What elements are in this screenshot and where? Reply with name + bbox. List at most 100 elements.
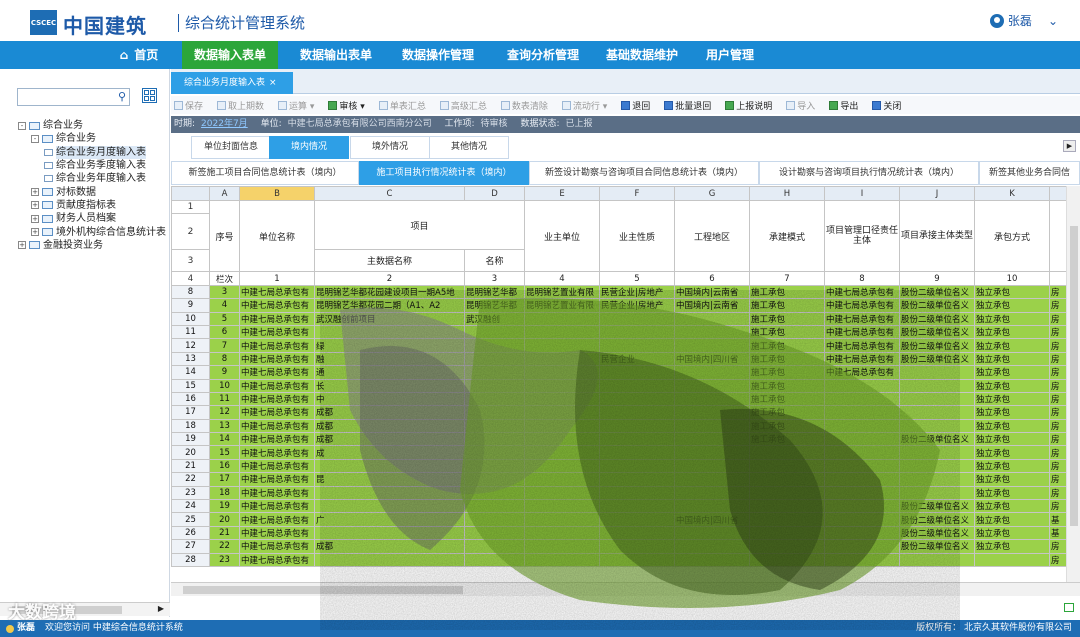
- cell-seq[interactable]: 6: [209, 324, 240, 340]
- cell-mode[interactable]: 施工承包: [749, 432, 825, 447]
- cell-owner[interactable]: [524, 445, 600, 460]
- cell-region[interactable]: [674, 539, 750, 554]
- cell-region[interactable]: 中国境内|四川省: [674, 351, 750, 367]
- cell-cont[interactable]: [974, 552, 1050, 567]
- column-header[interactable]: A: [209, 186, 240, 201]
- cell-seq[interactable]: 18: [209, 485, 240, 501]
- toolbar-button-13[interactable]: 关闭: [872, 99, 901, 112]
- cell-otype[interactable]: [599, 552, 675, 567]
- cell-name[interactable]: 武汉融创: [464, 311, 525, 326]
- cell-otype[interactable]: [599, 445, 675, 460]
- cell-mode[interactable]: [749, 525, 825, 541]
- cell-otype[interactable]: [599, 418, 675, 434]
- tree-node[interactable]: 综合业务季度输入表: [18, 159, 166, 172]
- report-tab-0[interactable]: 新签施工项目合同信息统计表（境内）: [171, 161, 359, 185]
- cell-unit[interactable]: 中建七局总承包有: [239, 365, 315, 380]
- cell-subj[interactable]: 股份二级单位名义: [899, 298, 975, 313]
- nav-item-4[interactable]: 查询分析管理: [489, 41, 597, 69]
- cell-seq[interactable]: 23: [209, 552, 240, 567]
- cell-seq[interactable]: 14: [209, 432, 240, 447]
- search-icon[interactable]: ⚲: [118, 90, 126, 103]
- cell-cont[interactable]: 独立承包: [974, 418, 1050, 434]
- cell-otype[interactable]: [599, 391, 675, 407]
- cell-otype[interactable]: [599, 405, 675, 420]
- cell-seq[interactable]: 17: [209, 472, 240, 487]
- cell-subj[interactable]: [899, 418, 975, 434]
- cell-mode[interactable]: 施工承包: [749, 418, 825, 434]
- cell-cont[interactable]: 独立承包: [974, 539, 1050, 554]
- column-header[interactable]: D: [464, 186, 525, 201]
- nav-item-1[interactable]: 数据输入表单: [182, 41, 278, 69]
- toolbar-button-5[interactable]: 高级汇总: [439, 99, 487, 112]
- close-icon[interactable]: ×: [269, 78, 277, 88]
- cell-unit[interactable]: 中建七局总承包有: [239, 391, 315, 407]
- toolbar-button-6[interactable]: 数表清除: [500, 99, 548, 112]
- cell-mgr[interactable]: 中建七局总承包有: [824, 365, 900, 380]
- cell-seq[interactable]: 5: [209, 311, 240, 326]
- cell-cont[interactable]: 独立承包: [974, 391, 1050, 407]
- cell-mode[interactable]: [749, 485, 825, 501]
- cell-owner[interactable]: [524, 365, 600, 380]
- cell-region[interactable]: 中国境内|云南省: [674, 284, 750, 300]
- cell-owner[interactable]: [524, 499, 600, 514]
- cell-unit[interactable]: 中建七局总承包有: [239, 525, 315, 541]
- column-header[interactable]: E: [524, 186, 600, 201]
- cell-subj[interactable]: 股份二级单位名义: [899, 512, 975, 527]
- sheet-hscrollbar[interactable]: [171, 582, 1080, 596]
- cell-unit[interactable]: 中建七局总承包有: [239, 405, 315, 420]
- cell-main[interactable]: 昆明锦艺华都花园建设项目一期A5地: [314, 284, 465, 300]
- cell-mgr[interactable]: 中建七局总承包有: [824, 338, 900, 353]
- cell-mode[interactable]: 施工承包: [749, 284, 825, 300]
- cell-mode[interactable]: [749, 445, 825, 460]
- cell-name[interactable]: 昆明锦艺华都: [464, 284, 525, 300]
- cell-main[interactable]: 昆: [314, 472, 465, 487]
- cell-name[interactable]: 昆明锦艺华都: [464, 298, 525, 313]
- cell-mgr[interactable]: [824, 485, 900, 501]
- cell-region[interactable]: [674, 365, 750, 380]
- cell-otype[interactable]: [599, 458, 675, 474]
- cell-subj[interactable]: [899, 552, 975, 567]
- cell-subj[interactable]: [899, 472, 975, 487]
- column-header[interactable]: I: [824, 186, 900, 201]
- cell-main[interactable]: 中: [314, 391, 465, 407]
- cell-owner[interactable]: [524, 418, 600, 434]
- cell-main[interactable]: [314, 499, 465, 514]
- toolbar-button-7[interactable]: 流动行 ▾: [561, 99, 607, 112]
- cell-otype[interactable]: [599, 472, 675, 487]
- maximize-icon[interactable]: [1064, 603, 1074, 612]
- toolbar-button-3[interactable]: 审核 ▾: [328, 99, 365, 112]
- cell-name[interactable]: [464, 458, 525, 474]
- cell-subj[interactable]: [899, 378, 975, 393]
- cell-mgr[interactable]: [824, 512, 900, 527]
- cell-main[interactable]: [314, 552, 465, 567]
- sub-tab-0[interactable]: 单位封面信息: [191, 136, 271, 159]
- cell-name[interactable]: [464, 512, 525, 527]
- cell-seq[interactable]: 13: [209, 418, 240, 434]
- cell-region[interactable]: [674, 432, 750, 447]
- cell-owner[interactable]: [524, 324, 600, 340]
- grid-view-icon[interactable]: [142, 88, 157, 103]
- cell-mgr[interactable]: [824, 552, 900, 567]
- cell-seq[interactable]: 3: [209, 284, 240, 300]
- column-header[interactable]: K: [974, 186, 1050, 201]
- cell-main[interactable]: [314, 458, 465, 474]
- cell-main[interactable]: 融: [314, 351, 465, 367]
- cell-unit[interactable]: 中建七局总承包有: [239, 472, 315, 487]
- user-menu[interactable]: 张磊 ⌄: [989, 12, 1058, 29]
- cell-mode[interactable]: 施工承包: [749, 311, 825, 326]
- cell-mode[interactable]: [749, 499, 825, 514]
- cell-owner[interactable]: [524, 458, 600, 474]
- cell-mgr[interactable]: [824, 391, 900, 407]
- column-header[interactable]: C: [314, 186, 465, 201]
- report-tab-4[interactable]: 新签其他业务合同信: [979, 161, 1080, 185]
- cell-owner[interactable]: 昆明锦艺置业有限: [524, 284, 600, 300]
- cell-unit[interactable]: 中建七局总承包有: [239, 512, 315, 527]
- cell-region[interactable]: [674, 324, 750, 340]
- cell-mode[interactable]: 施工承包: [749, 338, 825, 353]
- cell-region[interactable]: [674, 472, 750, 487]
- cell-otype[interactable]: [599, 432, 675, 447]
- cell-region[interactable]: [674, 311, 750, 326]
- cell-unit[interactable]: 中建七局总承包有: [239, 311, 315, 326]
- cell-seq[interactable]: 20: [209, 512, 240, 527]
- tree-node[interactable]: - 综合业务: [18, 119, 166, 132]
